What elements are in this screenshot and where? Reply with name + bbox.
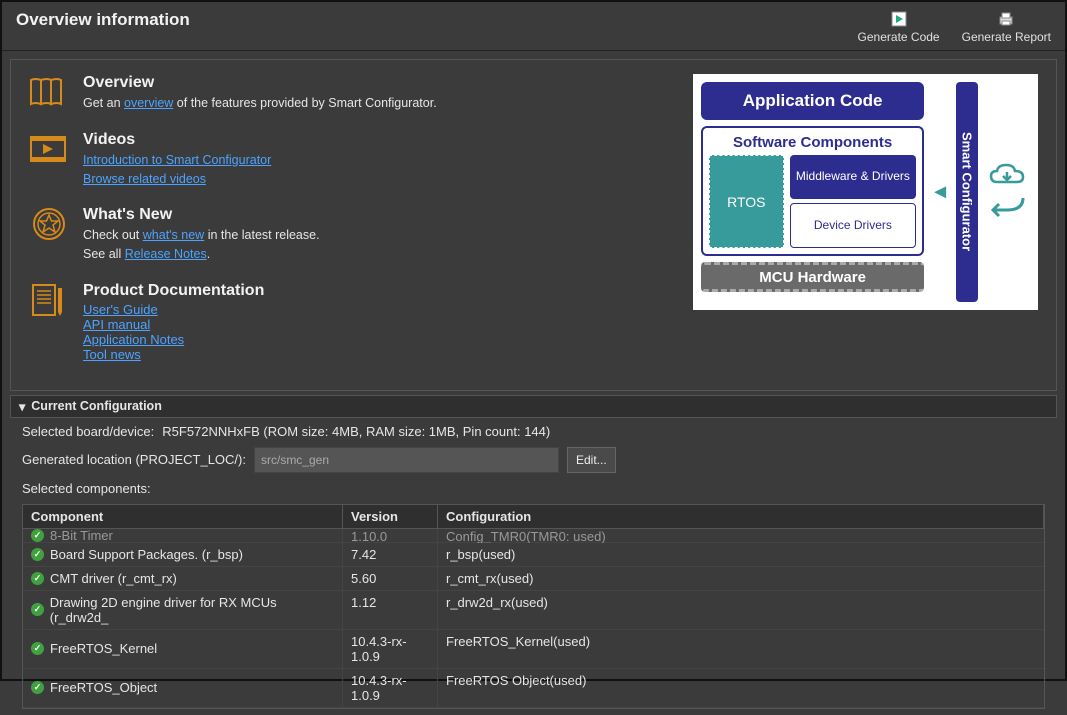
book-icon [29, 74, 69, 110]
components-table: Component Version Configuration ✓ 8-Bit T… [22, 504, 1045, 709]
table-row[interactable]: ✓ FreeRTOS_Kernel 10.4.3-rx-1.0.9FreeRTOS_… [23, 630, 1044, 669]
diagram-mcu: MCU Hardware [701, 262, 924, 292]
component-configuration: Config_TMR0(TMR0: used) [438, 529, 1044, 543]
videos-intro-link[interactable]: Introduction to Smart Configurator [83, 153, 271, 167]
check-icon: ✓ [31, 681, 44, 694]
whatsnew-text: Check out what's new in the latest relea… [83, 226, 320, 245]
generate-report-button[interactable]: Generate Report [962, 10, 1051, 44]
header: Overview information Generate Code Gener… [2, 2, 1065, 51]
collapse-icon: ▾ [19, 399, 25, 414]
app-notes-link[interactable]: Application Notes [83, 332, 264, 347]
current-config-header[interactable]: ▾ Current Configuration [10, 395, 1057, 418]
star-badge-icon [29, 206, 69, 242]
component-configuration: r_drw2d_rx(used) [438, 591, 1044, 630]
videos-heading: Videos [83, 131, 271, 149]
section-overview: Overview Get an overview of the features… [29, 74, 673, 113]
generate-code-icon [890, 10, 908, 28]
component-version: 10.4.3-rx-1.0.9 [343, 669, 438, 708]
document-icon [29, 282, 69, 318]
component-version: 5.60 [343, 567, 438, 591]
section-videos: Videos Introduction to Smart Configurato… [29, 131, 673, 189]
generate-report-icon [997, 10, 1015, 28]
component-name: FreeRTOS_Object [50, 680, 157, 695]
selected-components-label: Selected components: [22, 481, 1045, 496]
component-version: 1.12 [343, 591, 438, 630]
page-title: Overview information [16, 10, 190, 30]
current-config-body: Selected board/device: R5F572NNHxFB (ROM… [10, 418, 1057, 715]
table-row[interactable]: ✓ FreeRTOS_Object 10.4.3-rx-1.0.9FreeRTOS … [23, 669, 1044, 708]
architecture-diagram: Application Code Software Components RTO… [693, 74, 1038, 310]
component-configuration: FreeRTOS_Kernel(used) [438, 630, 1044, 669]
component-version: 7.42 [343, 543, 438, 567]
overview-left-column: Overview Get an overview of the features… [29, 74, 673, 380]
overview-heading: Overview [83, 74, 437, 92]
component-name: CMT driver (r_cmt_rx) [50, 571, 177, 586]
check-icon: ✓ [31, 642, 44, 655]
selected-board-value: R5F572NNHxFB (ROM size: 4MB, RAM size: 1… [162, 424, 550, 439]
component-configuration: r_cmt_rx(used) [438, 567, 1044, 591]
overview-link[interactable]: overview [124, 96, 173, 110]
generated-location-label: Generated location (PROJECT_LOC/): [22, 452, 246, 467]
diagram-sw-title: Software Components [709, 134, 916, 151]
component-name: 8-Bit Timer [50, 529, 113, 543]
component-configuration: r_bsp(used) [438, 543, 1044, 567]
section-whatsnew: What's New Check out what's new in the l… [29, 206, 673, 264]
component-configuration: FreeRTOS Object(used) [438, 669, 1044, 708]
videos-browse-link[interactable]: Browse related videos [83, 172, 206, 186]
diagram-device-drivers: Device Drivers [790, 203, 917, 249]
table-header: Component Version Configuration [23, 505, 1044, 529]
col-component: Component [23, 505, 343, 529]
check-icon: ✓ [31, 572, 44, 585]
diagram-middleware: Middleware & Drivers [790, 155, 917, 199]
generated-location-input[interactable] [254, 447, 559, 473]
component-name: Board Support Packages. (r_bsp) [50, 547, 243, 562]
current-config-title: Current Configuration [31, 399, 162, 413]
diagram-rtos: RTOS [709, 155, 784, 248]
whatsnew-link[interactable]: what's new [143, 228, 204, 242]
generate-code-button[interactable]: Generate Code [858, 10, 940, 44]
diagram-smart-configurator: Smart Configurator [956, 82, 978, 302]
diagram-cloud [984, 82, 1030, 302]
component-name: Drawing 2D engine driver for RX MCUs (r_… [50, 595, 334, 625]
table-row[interactable]: ✓ 8-Bit Timer 1.10.0Config_TMR0(TMR0: used… [23, 529, 1044, 543]
component-version: 1.10.0 [343, 529, 438, 543]
col-configuration: Configuration [438, 505, 1044, 529]
table-row[interactable]: ✓ CMT driver (r_cmt_rx) 5.60r_cmt_rx(used) [23, 567, 1044, 591]
tool-news-link[interactable]: Tool news [83, 347, 264, 362]
generated-location-row: Generated location (PROJECT_LOC/): Edit.… [22, 447, 1045, 473]
generate-report-label: Generate Report [962, 30, 1051, 44]
component-name: FreeRTOS_Kernel [50, 641, 157, 656]
arrow-left-icon: ◄ [930, 82, 950, 302]
check-icon: ✓ [31, 529, 44, 542]
overview-panel: Overview Get an overview of the features… [10, 59, 1057, 391]
release-notes-link[interactable]: Release Notes [125, 247, 207, 261]
check-icon: ✓ [31, 603, 44, 616]
whatsnew-heading: What's New [83, 206, 320, 224]
overview-text: Get an overview of the features provided… [83, 94, 437, 113]
video-icon [29, 131, 69, 167]
selected-board-row: Selected board/device: R5F572NNHxFB (ROM… [22, 424, 1045, 439]
component-version: 10.4.3-rx-1.0.9 [343, 630, 438, 669]
selected-board-label: Selected board/device: [22, 424, 154, 439]
api-manual-link[interactable]: API manual [83, 317, 264, 332]
check-icon: ✓ [31, 548, 44, 561]
table-row[interactable]: ✓ Drawing 2D engine driver for RX MCUs (r… [23, 591, 1044, 630]
header-actions: Generate Code Generate Report [858, 10, 1051, 44]
docs-heading: Product Documentation [83, 282, 264, 300]
edit-button[interactable]: Edit... [567, 447, 616, 473]
col-version: Version [343, 505, 438, 529]
table-row[interactable]: ✓ Board Support Packages. (r_bsp) 7.42r_bs… [23, 543, 1044, 567]
whatsnew-seeall: See all Release Notes. [83, 245, 320, 264]
diagram-app-code: Application Code [701, 82, 924, 120]
section-docs: Product Documentation User's Guide API m… [29, 282, 673, 362]
users-guide-link[interactable]: User's Guide [83, 302, 264, 317]
generate-code-label: Generate Code [858, 30, 940, 44]
diagram-sw-components: Software Components RTOS Middleware & Dr… [701, 126, 924, 256]
